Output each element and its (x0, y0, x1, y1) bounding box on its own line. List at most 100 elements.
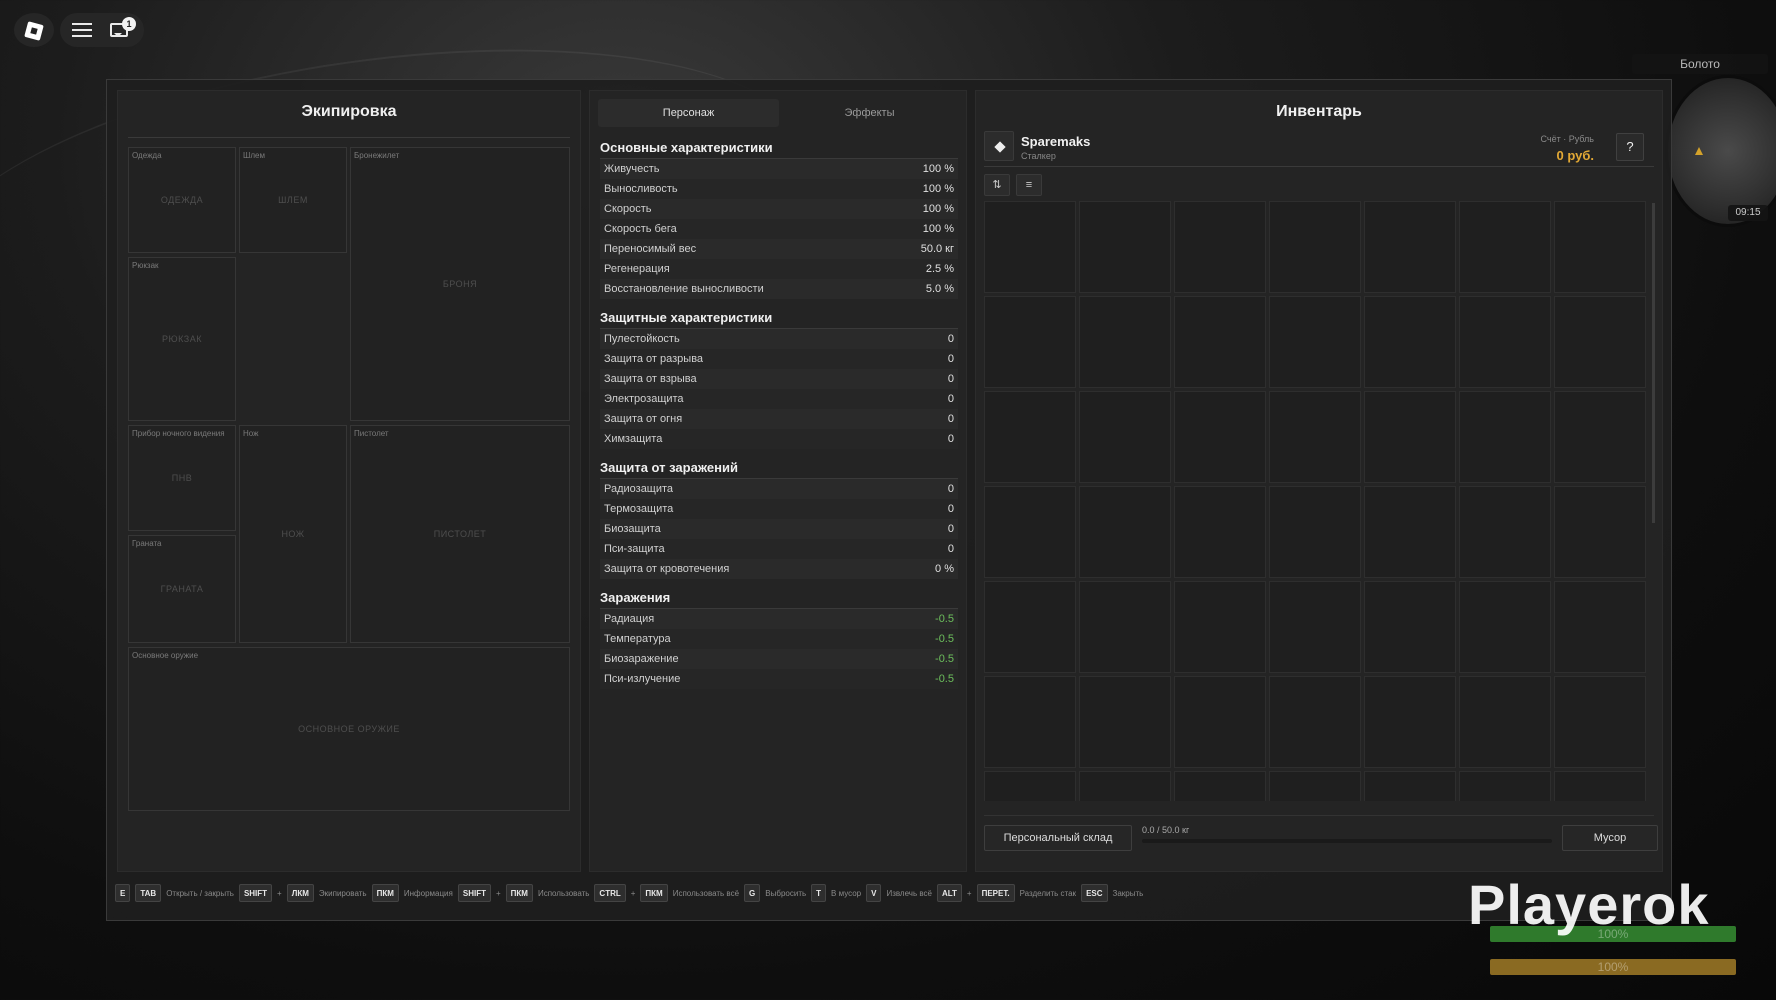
help-button[interactable]: ? (1616, 133, 1644, 161)
slot-armor[interactable]: Бронежилет БРОНЯ (350, 147, 570, 421)
inventory-cell[interactable] (1364, 486, 1456, 578)
inventory-cell[interactable] (1364, 296, 1456, 388)
inventory-cell[interactable] (1269, 486, 1361, 578)
inventory-cell[interactable] (1174, 391, 1266, 483)
divider (984, 815, 1654, 816)
minimap-time: 09:15 (1728, 205, 1768, 221)
slot-primary-weapon[interactable]: Основное оружие ОСНОВНОЕ ОРУЖИЕ (128, 647, 570, 811)
stat-name: Пулестойкость (604, 333, 680, 345)
menu-chat-group: 1 (60, 13, 144, 47)
stat-value: 0 % (935, 563, 954, 575)
sort-icon[interactable]: ⇅ (984, 174, 1010, 196)
section-title: Защита от заражений (600, 457, 958, 479)
slot-clothes[interactable]: Одежда ОДЕЖДА (128, 147, 236, 253)
personal-storage-button[interactable]: Персональный склад (984, 825, 1132, 851)
inventory-cell[interactable] (1269, 296, 1361, 388)
inventory-cell[interactable] (1079, 296, 1171, 388)
inventory-cell[interactable] (984, 486, 1076, 578)
inventory-cell[interactable] (1174, 676, 1266, 768)
inventory-cell[interactable] (984, 676, 1076, 768)
tab-character[interactable]: Персонаж (598, 99, 779, 127)
inventory-cell[interactable] (984, 581, 1076, 673)
slot-pistol[interactable]: Пистолет ПИСТОЛЕТ (350, 425, 570, 643)
key-cap: SHIFT (238, 884, 273, 902)
inventory-cell[interactable] (1364, 581, 1456, 673)
inventory-cell[interactable] (1364, 201, 1456, 293)
stat-value: -0.5 (935, 633, 954, 645)
key-cap: V (866, 884, 882, 902)
slot-helmet[interactable]: Шлем ШЛЕМ (239, 147, 347, 253)
stat-value: 0 (947, 413, 954, 425)
inventory-cell[interactable] (1364, 676, 1456, 768)
hotkey-plus: + (495, 888, 501, 898)
stat-row: Химзащита 0 (600, 429, 958, 449)
inventory-cell[interactable] (1459, 581, 1551, 673)
list-icon[interactable]: ≡ (1016, 174, 1042, 196)
inventory-cell[interactable] (984, 391, 1076, 483)
inventory-cell[interactable] (1459, 486, 1551, 578)
inventory-cell[interactable] (1364, 771, 1456, 801)
inventory-cell[interactable] (1459, 676, 1551, 768)
stat-value: 0 (947, 433, 954, 445)
stats-section: Основные характеристики Живучесть 100 % Вын… (600, 137, 958, 299)
roblox-menu-button[interactable] (14, 13, 54, 47)
inventory-cell[interactable] (1174, 486, 1266, 578)
stat-value: 100 % (922, 203, 954, 215)
stat-row: Защита от огня 0 (600, 409, 958, 429)
inventory-cell[interactable] (1079, 581, 1171, 673)
inventory-cell[interactable] (1174, 771, 1266, 801)
slot-nvg[interactable]: Прибор ночного видения ПНВ (128, 425, 236, 531)
inventory-cell[interactable] (1269, 771, 1361, 801)
inventory-cell[interactable] (1459, 391, 1551, 483)
inventory-cell[interactable] (984, 771, 1076, 801)
inventory-cell[interactable] (1459, 296, 1551, 388)
inventory-cell[interactable] (1554, 391, 1646, 483)
inventory-cell[interactable] (1554, 771, 1646, 801)
slot-placeholder: ОСНОВНОЕ ОРУЖИЕ (298, 724, 400, 734)
equipment-title: Экипировка (301, 103, 397, 120)
slot-grenade[interactable]: Граната ГРАНАТА (128, 535, 236, 643)
slot-backpack[interactable]: Рюкзак РЮКЗАК (128, 257, 236, 421)
slot-placeholder: ПНВ (171, 473, 193, 483)
trash-button[interactable]: Мусор (1562, 825, 1658, 851)
equipment-panel: Экипировка Одежда ОДЕЖДА Шлем ШЛЕМ Броне… (117, 90, 581, 872)
key-cap: ПКМ (640, 884, 668, 902)
inventory-cell[interactable] (1079, 391, 1171, 483)
hamburger-menu-icon[interactable] (72, 23, 92, 37)
inventory-cell[interactable] (1269, 581, 1361, 673)
inventory-cell[interactable] (984, 201, 1076, 293)
inventory-cell[interactable] (1554, 486, 1646, 578)
inventory-cell[interactable] (1079, 486, 1171, 578)
stat-value: 100 % (922, 163, 954, 175)
inventory-cell[interactable] (1079, 676, 1171, 768)
inventory-cell[interactable] (1079, 201, 1171, 293)
inventory-cell[interactable] (1364, 391, 1456, 483)
key-cap: ПКМ (505, 884, 533, 902)
section-title: Защитные характеристики (600, 307, 958, 329)
stats-section: Защитные характеристики Пулестойкость 0 Защ… (600, 307, 958, 449)
inventory-cell[interactable] (1554, 201, 1646, 293)
slot-knife[interactable]: Нож НОЖ (239, 425, 347, 643)
inventory-cell[interactable] (1554, 581, 1646, 673)
inventory-cell[interactable] (1079, 771, 1171, 801)
stat-row: Пулестойкость 0 (600, 329, 958, 349)
stats-tabs: Персонаж Эффекты (598, 99, 960, 127)
inventory-cell[interactable] (1554, 676, 1646, 768)
hotkey-label: Выбросить (765, 888, 807, 898)
inventory-cell[interactable] (1459, 771, 1551, 801)
inventory-cell[interactable] (1174, 201, 1266, 293)
inventory-cell[interactable] (1554, 296, 1646, 388)
stat-value: 0 (947, 393, 954, 405)
stat-name: Защита от разрыва (604, 353, 704, 365)
grid-scrollbar[interactable] (1652, 203, 1655, 523)
tab-effects[interactable]: Эффекты (779, 99, 960, 127)
slot-placeholder: ШЛЕМ (278, 195, 308, 205)
inventory-cell[interactable] (1459, 201, 1551, 293)
inventory-cell[interactable] (1174, 296, 1266, 388)
player-avatar-button[interactable] (984, 131, 1014, 161)
inventory-cell[interactable] (1269, 391, 1361, 483)
inventory-cell[interactable] (1174, 581, 1266, 673)
inventory-cell[interactable] (984, 296, 1076, 388)
inventory-cell[interactable] (1269, 676, 1361, 768)
inventory-cell[interactable] (1269, 201, 1361, 293)
